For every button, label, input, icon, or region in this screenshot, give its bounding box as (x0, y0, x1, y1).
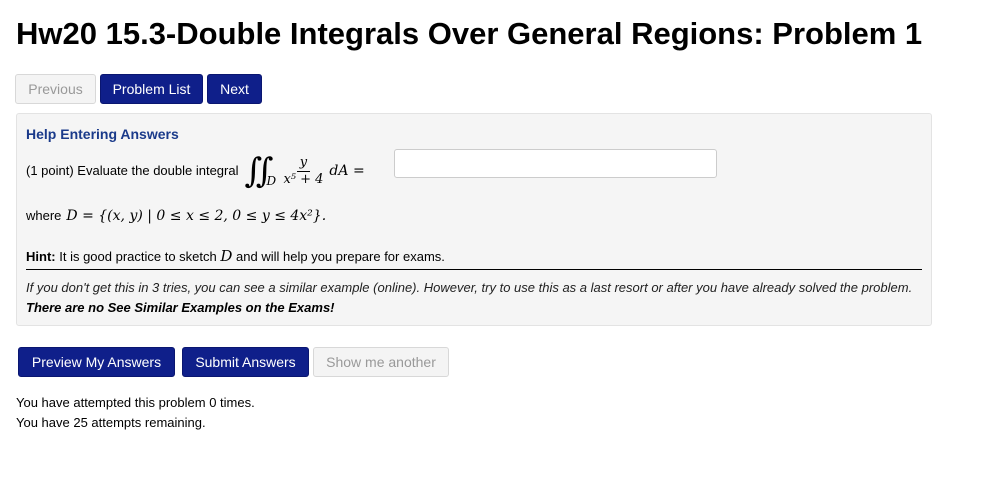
problem-list-button[interactable]: Problem List (100, 74, 203, 104)
hint-line: Hint: It is good practice to sketch D an… (26, 247, 445, 265)
attempts-status: You have attempted this problem 0 times.… (16, 393, 255, 433)
answer-input[interactable] (394, 149, 717, 178)
divider (26, 269, 922, 270)
show-another-button[interactable]: Show me another (313, 347, 449, 377)
integral-symbol: ∬ (244, 151, 273, 191)
hint-text-after: and will help you prepare for exams. (236, 249, 445, 264)
note-text: If you don't get this in 3 tries, you ca… (26, 280, 913, 295)
integrand-fraction: y x⁵ + 4 (283, 155, 323, 188)
hint-label: Hint: (26, 249, 56, 264)
question-line: (1 point) Evaluate the double integral ∬… (26, 154, 365, 188)
hint-text-before: It is good practice to sketch (59, 249, 217, 264)
problem-box: Help Entering Answers (1 point) Evaluate… (16, 113, 932, 326)
question-prompt: (1 point) Evaluate the double integral (26, 163, 239, 178)
preview-answers-button[interactable]: Preview My Answers (18, 347, 175, 377)
double-integral: ∬ D (244, 151, 277, 191)
integral-region: D (266, 174, 277, 188)
integrand-denominator: x⁵ + 4 (283, 171, 324, 187)
previous-button[interactable]: Previous (15, 74, 96, 104)
region-definition-line: where D = {(x, y) | 0 ≤ x ≤ 2, 0 ≤ y ≤ 4… (26, 205, 326, 227)
submit-answers-button[interactable]: Submit Answers (182, 347, 309, 377)
region-definition: D = {(x, y) | 0 ≤ x ≤ 2, 0 ≤ y ≤ 4x²}. (66, 208, 327, 224)
note-bold: There are no See Similar Examples on the… (26, 300, 335, 315)
help-entering-answers-link[interactable]: Help Entering Answers (26, 126, 179, 142)
page-title: Hw20 15.3-Double Integrals Over General … (16, 16, 923, 51)
differential: dA = (329, 163, 365, 179)
integrand-numerator: y (296, 155, 311, 172)
next-button[interactable]: Next (207, 74, 262, 104)
attempts-made: You have attempted this problem 0 times. (16, 395, 255, 410)
where-label: where (26, 208, 62, 223)
attempts-remaining: You have 25 attempts remaining. (16, 415, 206, 430)
similar-example-note: If you don't get this in 3 tries, you ca… (26, 278, 926, 318)
hint-variable: D (220, 247, 233, 265)
